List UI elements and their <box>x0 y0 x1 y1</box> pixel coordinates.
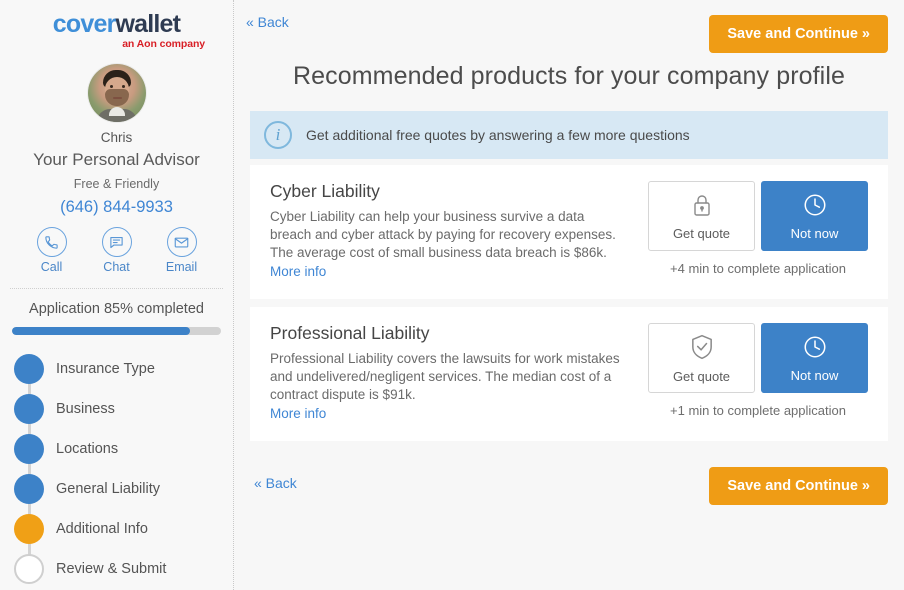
save-and-continue-button-top[interactable]: Save and Continue » <box>709 15 888 53</box>
progress-step-insurance-type[interactable]: Insurance Type <box>14 349 233 389</box>
back-link-top[interactable]: « Back <box>246 14 289 30</box>
contact-email-button[interactable]: Email <box>162 227 202 274</box>
top-bar: « Back Save and Continue » <box>242 0 896 60</box>
progress-bar <box>12 327 221 335</box>
product-card: Cyber Liability Cyber Liability can help… <box>250 165 888 299</box>
product-title: Professional Liability <box>270 323 628 344</box>
not-now-button[interactable]: Not now <box>761 323 868 393</box>
info-banner-text: Get additional free quotes by answering … <box>306 127 690 143</box>
product-card: Professional Liability Professional Liab… <box>250 307 888 441</box>
get-quote-button[interactable]: Get quote <box>648 323 755 393</box>
step-label: Review & Submit <box>56 561 166 577</box>
info-banner: i Get additional free quotes by answerin… <box>250 111 888 159</box>
contact-chat-label: Chat <box>97 260 137 274</box>
main-content: « Back Save and Continue » Recommended p… <box>234 0 904 590</box>
progress-label: Application 85% completed <box>0 301 233 317</box>
time-note: +4 min to complete application <box>670 261 846 276</box>
step-label: General Liability <box>56 481 160 497</box>
step-label: Business <box>56 401 115 417</box>
lock-icon <box>690 192 714 221</box>
get-quote-label: Get quote <box>673 226 730 241</box>
footer-bar: « Back Save and Continue » <box>250 455 888 525</box>
sidebar: coverwallet an Aon company Chris Your Pe… <box>0 0 234 590</box>
product-title: Cyber Liability <box>270 181 628 202</box>
step-dot <box>14 554 44 584</box>
progress-steps: Insurance Type Business Locations General L… <box>0 349 233 589</box>
time-note: +1 min to complete application <box>670 403 846 418</box>
contact-email-label: Email <box>162 260 202 274</box>
advisor-name: Chris <box>0 130 233 145</box>
progress-step-additional-info[interactable]: Additional Info <box>14 509 233 549</box>
progress-step-review-submit[interactable]: Review & Submit <box>14 549 233 589</box>
logo-text: coverwallet <box>0 12 233 37</box>
avatar-eye-left <box>110 85 113 88</box>
brand-logo[interactable]: coverwallet an Aon company <box>0 0 233 50</box>
logo-text-cover: cover <box>53 10 116 38</box>
logo-text-wallet: wallet <box>116 10 181 38</box>
product-actions: Get quote Not now +1 min to complete app… <box>638 323 888 423</box>
not-now-label: Not now <box>791 226 839 241</box>
not-now-button[interactable]: Not now <box>761 181 868 251</box>
advisor-role: Your Personal Advisor <box>0 150 233 170</box>
product-info: Cyber Liability Cyber Liability can help… <box>250 181 638 281</box>
product-description: Cyber Liability can help your business s… <box>270 208 628 262</box>
clock-icon <box>802 334 828 363</box>
progress-step-locations[interactable]: Locations <box>14 429 233 469</box>
product-button-group: Get quote Not now <box>648 323 868 393</box>
shield-check-icon <box>689 333 715 364</box>
step-dot <box>14 434 44 464</box>
step-dot <box>14 474 44 504</box>
progress-bar-fill <box>12 327 190 335</box>
avatar <box>88 64 146 122</box>
phone-icon <box>37 227 67 257</box>
step-label: Insurance Type <box>56 361 155 377</box>
product-actions: Get quote Not now +4 min to complete app… <box>638 181 888 281</box>
step-label: Additional Info <box>56 521 148 537</box>
back-link-bottom[interactable]: « Back <box>254 475 297 491</box>
progress-step-general-liability[interactable]: General Liability <box>14 469 233 509</box>
chat-icon <box>102 227 132 257</box>
save-and-continue-button-bottom[interactable]: Save and Continue » <box>709 467 888 505</box>
app-root: coverwallet an Aon company Chris Your Pe… <box>0 0 904 590</box>
contact-chat-button[interactable]: Chat <box>97 227 137 274</box>
progress-step-business[interactable]: Business <box>14 389 233 429</box>
page-title: Recommended products for your company pr… <box>242 62 896 91</box>
avatar-eye-right <box>122 85 125 88</box>
more-info-link[interactable]: More info <box>270 406 326 421</box>
clock-icon <box>802 192 828 221</box>
product-button-group: Get quote Not now <box>648 181 868 251</box>
contact-actions: Call Chat Email <box>0 227 233 274</box>
not-now-label: Not now <box>791 368 839 383</box>
advisor-phone[interactable]: (646) 844-9933 <box>0 198 233 217</box>
step-dot <box>14 514 44 544</box>
product-info: Professional Liability Professional Liab… <box>250 323 638 423</box>
email-icon <box>167 227 197 257</box>
product-description: Professional Liability covers the lawsui… <box>270 350 628 404</box>
avatar-collar <box>109 107 125 116</box>
sidebar-divider <box>10 288 223 289</box>
get-quote-label: Get quote <box>673 369 730 384</box>
contact-call-label: Call <box>32 260 72 274</box>
avatar-mouth <box>113 97 122 99</box>
get-quote-button[interactable]: Get quote <box>648 181 755 251</box>
info-icon: i <box>264 121 292 149</box>
step-label: Locations <box>56 441 118 457</box>
logo-tagline: an Aon company <box>0 38 233 50</box>
step-dot <box>14 354 44 384</box>
more-info-link[interactable]: More info <box>270 264 326 279</box>
advisor-note: Free & Friendly <box>0 177 233 191</box>
contact-call-button[interactable]: Call <box>32 227 72 274</box>
step-dot <box>14 394 44 424</box>
